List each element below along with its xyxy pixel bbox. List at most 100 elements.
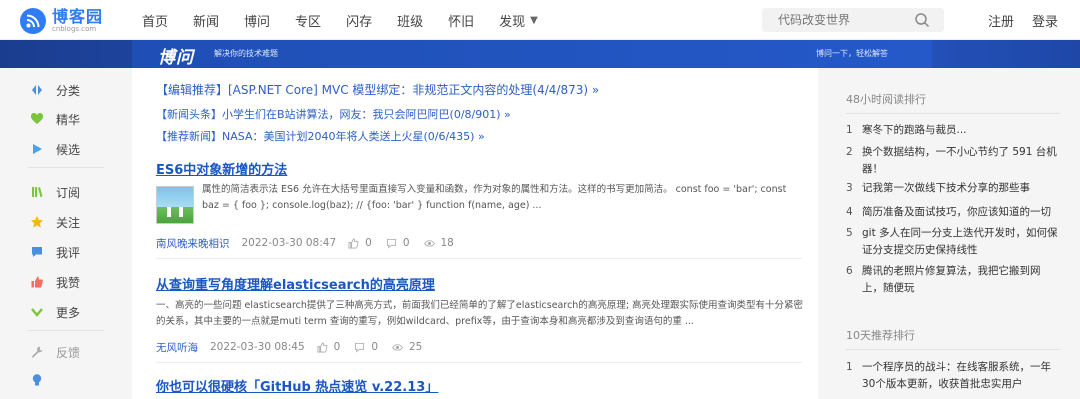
- view-stat: 25: [392, 341, 422, 353]
- post-title[interactable]: 从查询重写角度理解elasticsearch的高亮原理: [156, 274, 435, 293]
- ranking-item[interactable]: 1 寒冬下的跑路与裁员...: [846, 122, 1060, 139]
- post-date: 2022-03-30 08:45: [210, 341, 305, 353]
- hot-10d-heading: 10天推荐排行: [846, 329, 915, 342]
- headline-news[interactable]: 【新闻头条】小学生们在B站讲算法，网友：我只会阿巴阿巴(0/8/901) »: [156, 106, 511, 122]
- sidebar-label: 候选: [56, 142, 81, 157]
- like-count: 0: [333, 341, 341, 353]
- like-stat[interactable]: 0: [317, 341, 341, 353]
- view-stat: 18: [423, 237, 454, 249]
- auth-links: 注册 登录: [988, 0, 1076, 40]
- rank-number: 5: [846, 227, 853, 239]
- sidebar-item-my-comments[interactable]: 我评: [30, 242, 80, 262]
- like-count: 0: [365, 237, 372, 249]
- rank-number: 1: [846, 361, 853, 373]
- ask-banner[interactable]: 博问 解决你的技术难题 博问一下，轻松解答: [0, 40, 1080, 68]
- comment-icon: [30, 245, 44, 259]
- sidebar-divider: [28, 167, 104, 168]
- main-menu: 首页 新闻 博问 专区 闪存 班级 怀旧 发现 ▼: [142, 0, 563, 40]
- sidebar-item-my-likes[interactable]: 我赞: [30, 272, 80, 292]
- post-separator: [156, 258, 802, 259]
- post-summary: 一、高亮的一些问题 elasticsearch提供了三种高亮方式，前面我们已经简…: [156, 300, 804, 327]
- site-logo[interactable]: 博客园 cnblogs.com: [20, 6, 120, 36]
- login-link[interactable]: 登录: [1032, 11, 1058, 30]
- search-icon[interactable]: [914, 12, 930, 28]
- play-icon: [30, 142, 44, 156]
- rank-number: 6: [846, 265, 853, 277]
- post-summary: 属性的简洁表示法 ES6 允许在大括号里面直接写入变量和函数，作为对象的属性和方…: [202, 184, 787, 211]
- nav-zone[interactable]: 专区: [295, 11, 321, 30]
- hot-48h-heading: 48小时阅读排行: [846, 93, 926, 106]
- ranking-item[interactable]: 6 腾讯的老照片修复算法，我把它搬到网上，随便玩: [846, 263, 1060, 297]
- sidebar-item-candidate[interactable]: 候选: [30, 139, 80, 159]
- sidebar-item-tips[interactable]: [30, 370, 56, 390]
- nav-flash[interactable]: 闪存: [346, 11, 372, 30]
- ranking-item[interactable]: 1 一个程序员的战斗：在线客服系统，一年30个版本更新，收获首批忠实用户: [846, 359, 1060, 393]
- banner-slogan: 解决你的技术难题: [214, 49, 278, 58]
- sidebar-label: 订阅: [56, 185, 81, 200]
- ranking-item[interactable]: 5 git 多人在同一分支上迭代开发时，如何保证分支提交历史保持线性: [846, 225, 1060, 259]
- nav-news[interactable]: 新闻: [193, 11, 219, 30]
- post-author[interactable]: 无风听海: [156, 340, 198, 355]
- sidebar-label: 精华: [56, 112, 81, 127]
- sidebar-item-featured[interactable]: 精华: [30, 109, 80, 129]
- logo-title: 博客园: [52, 6, 104, 26]
- nav-discover-label: 发现: [499, 14, 526, 30]
- main-content: 【编辑推荐】[ASP.NET Core] MVC 模型绑定：非规范正文内容的处理…: [132, 68, 818, 399]
- view-count: 25: [409, 341, 423, 353]
- post-author[interactable]: 南风晚来晚相识: [156, 236, 230, 251]
- comment-icon: [386, 238, 396, 249]
- comment-stat[interactable]: 0: [354, 341, 378, 353]
- chevron-down-green-icon: [30, 305, 44, 319]
- nav-nostalgia[interactable]: 怀旧: [448, 11, 474, 30]
- headline-recommended-news[interactable]: 【推荐新闻】NASA：美国计划2040年将人类送上火星(0/6/435) »: [156, 128, 485, 144]
- author-avatar[interactable]: [156, 186, 194, 224]
- sidebar-item-more[interactable]: 更多: [30, 302, 80, 322]
- sidebar-label: 关注: [56, 215, 81, 230]
- ranking-item[interactable]: 3 记我第一次做线下技术分享的那些事: [846, 180, 1060, 197]
- nav-class[interactable]: 班级: [397, 11, 423, 30]
- rank-number: 2: [846, 146, 853, 158]
- thumbs-up-icon: [30, 275, 44, 289]
- comment-count: 0: [402, 237, 410, 249]
- sidebar-item-subscribe[interactable]: 订阅: [30, 182, 80, 202]
- comment-icon: [355, 342, 365, 353]
- sidebar-label: 我赞: [56, 275, 81, 290]
- eye-icon: [423, 239, 435, 247]
- ranking-item[interactable]: 2 换个数据结构，一不小心节约了 591 台机器！: [846, 144, 1060, 178]
- sidebar-label: 我评: [56, 245, 81, 260]
- nav-discover[interactable]: 发现 ▼: [499, 11, 538, 30]
- search-input[interactable]: [778, 13, 908, 27]
- lightbulb-icon: [30, 373, 44, 387]
- thumbs-up-icon: [348, 238, 359, 248]
- sidebar-label: 反馈: [56, 345, 81, 360]
- rank-title: 寒冬下的跑路与裁员...: [862, 124, 967, 136]
- top-navbar: 博客园 cnblogs.com 首页 新闻 博问 专区 闪存 班级 怀旧 发现 ▼…: [0, 0, 1080, 40]
- wrench-icon: [30, 345, 44, 359]
- sidebar-item-follow[interactable]: 关注: [30, 212, 80, 232]
- post-title[interactable]: 你也可以很硬核「GitHub 热点速览 v.22.13」: [156, 376, 438, 395]
- sidebar-item-category[interactable]: 分类: [30, 80, 80, 100]
- post-meta: 南风晚来晚相识 2022-03-30 08:47 0 0 18: [156, 235, 468, 251]
- rank-title: git 多人在同一分支上迭代开发时，如何保证分支提交历史保持线性: [862, 227, 1058, 256]
- books-icon: [30, 185, 44, 199]
- nav-home[interactable]: 首页: [142, 11, 168, 30]
- view-count: 18: [440, 237, 454, 249]
- rank-title: 记我第一次做线下技术分享的那些事: [862, 182, 1030, 194]
- logo-subtitle: cnblogs.com: [52, 24, 97, 33]
- ranking-item[interactable]: 4 简历准备及面试技巧，你应该知道的一切: [846, 204, 1060, 221]
- comment-stat[interactable]: 0: [386, 237, 410, 249]
- post-title[interactable]: ES6中对象新增的方法: [156, 159, 287, 178]
- rank-title: 换个数据结构，一不小心节约了 591 台机器！: [862, 146, 1057, 175]
- star-icon: [30, 215, 44, 229]
- headline-editor-pick[interactable]: 【编辑推荐】[ASP.NET Core] MVC 模型绑定：非规范正文内容的处理…: [156, 81, 599, 98]
- heart-icon: [30, 112, 44, 126]
- section-divider: [846, 349, 1060, 350]
- sidebar-item-feedback[interactable]: 反馈: [30, 342, 80, 362]
- right-sidebar: 48小时阅读排行 1 寒冬下的跑路与裁员... 2 换个数据结构，一不小心节约了 5…: [828, 68, 1080, 399]
- sidebar-label: 分类: [56, 83, 81, 98]
- like-stat[interactable]: 0: [348, 237, 372, 249]
- register-link[interactable]: 注册: [988, 11, 1014, 30]
- banner-right-text: 博问一下，轻松解答: [816, 49, 888, 58]
- nav-ask[interactable]: 博问: [244, 11, 270, 30]
- section-divider: [846, 113, 1060, 114]
